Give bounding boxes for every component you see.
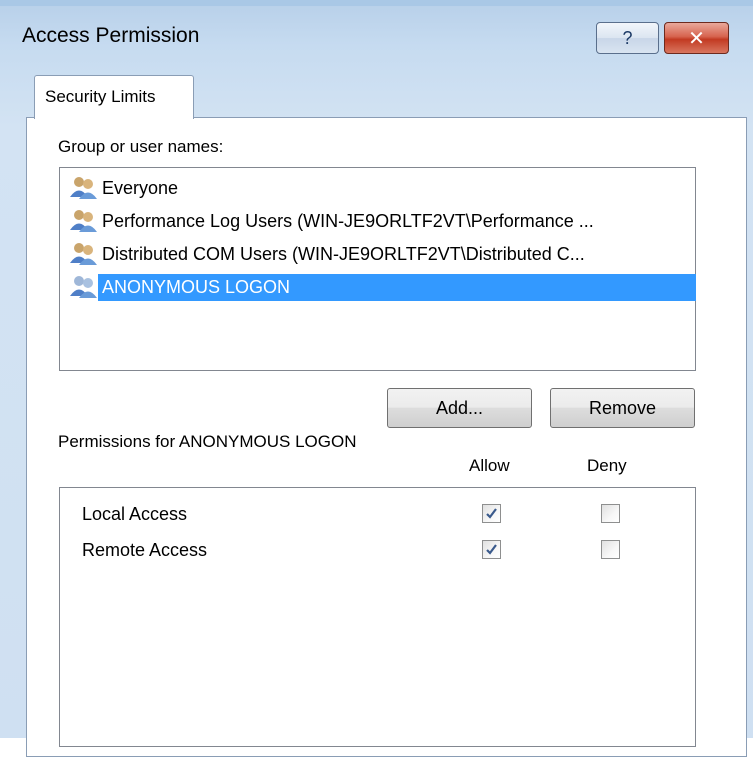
checkmark-icon	[486, 544, 497, 555]
remote-access-allow-checkbox[interactable]	[482, 540, 501, 559]
list-item-everyone[interactable]: Everyone	[68, 172, 696, 204]
help-button[interactable]: ?	[596, 22, 659, 54]
users-icon	[70, 177, 97, 199]
permission-label-local-access: Local Access	[82, 504, 188, 524]
checkmark-icon	[486, 508, 497, 519]
close-icon: ✕	[688, 27, 705, 50]
local-access-deny-checkbox[interactable]	[601, 504, 620, 523]
user-name: Everyone	[102, 177, 179, 198]
allow-column-header: Allow	[469, 456, 510, 475]
help-icon: ?	[622, 27, 633, 48]
title-bar: Access Permission ? ✕	[0, 0, 753, 72]
user-name: Distributed COM Users (WIN-JE9ORLTF2VT\D…	[102, 243, 585, 264]
user-list[interactable]: Everyone Performance Log Users (WIN-JE9O…	[59, 167, 696, 371]
permission-label-remote-access: Remote Access	[82, 540, 208, 560]
local-access-allow-checkbox[interactable]	[482, 504, 501, 523]
deny-column-header: Deny	[587, 456, 627, 475]
users-icon	[70, 210, 97, 232]
users-icon	[70, 276, 97, 298]
tab-security-limits[interactable]: Security Limits	[34, 75, 194, 119]
user-name: Performance Log Users (WIN-JE9ORLTF2VT\P…	[102, 210, 594, 231]
add-button[interactable]: Add...	[387, 388, 532, 428]
close-button[interactable]: ✕	[664, 22, 729, 54]
window-title: Access Permission	[22, 24, 200, 47]
users-icon	[70, 243, 97, 265]
permissions-list	[59, 487, 696, 747]
group-or-user-names-label: Group or user names:	[58, 137, 224, 156]
remove-button[interactable]: Remove	[550, 388, 695, 428]
permissions-label: Permissions for ANONYMOUS LOGON	[58, 432, 357, 451]
list-item-performance-log-users[interactable]: Performance Log Users (WIN-JE9ORLTF2VT\P…	[68, 205, 696, 237]
list-item-distributed-com-users[interactable]: Distributed COM Users (WIN-JE9ORLTF2VT\D…	[68, 238, 696, 270]
user-name: ANONYMOUS LOGON	[98, 273, 696, 301]
remote-access-deny-checkbox[interactable]	[601, 540, 620, 559]
list-item-anonymous-logon[interactable]: ANONYMOUS LOGON	[68, 271, 696, 303]
